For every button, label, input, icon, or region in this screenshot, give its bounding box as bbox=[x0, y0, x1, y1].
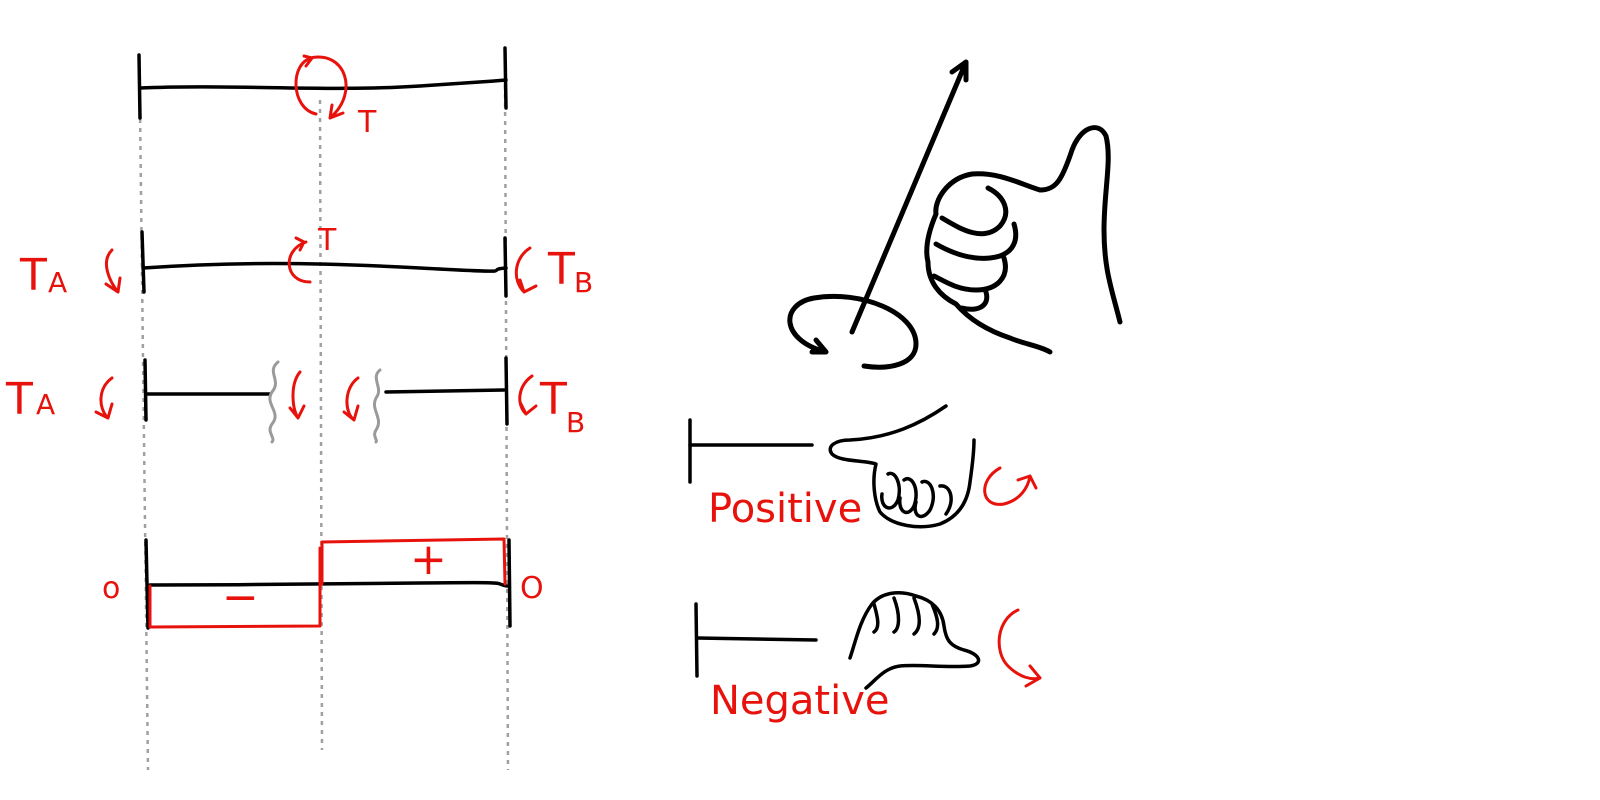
positive-sign-label: + bbox=[410, 534, 447, 585]
beam-free-body: T A T B bbox=[5, 356, 585, 444]
negative-example: Negative bbox=[694, 590, 1042, 724]
negative-shaft bbox=[695, 636, 818, 642]
guide-lines bbox=[138, 84, 510, 771]
fbd-left-subscript: A bbox=[36, 388, 55, 421]
negative-sign-label: − bbox=[222, 572, 259, 623]
fbd-right-arrow-icon bbox=[518, 374, 538, 416]
positive-label: Positive bbox=[708, 486, 862, 532]
fbd-left-support bbox=[143, 358, 148, 422]
negative-rotation-arrow-icon bbox=[997, 608, 1042, 688]
internal-torque-arrow-icon bbox=[287, 236, 312, 284]
positive-rotation-arrow-icon bbox=[983, 466, 1038, 506]
diagram-axis bbox=[148, 580, 509, 588]
reaction-right-label: T bbox=[547, 244, 575, 295]
beam-top bbox=[138, 78, 508, 91]
fbd-right-support bbox=[504, 356, 509, 426]
reaction-right-arrow-icon bbox=[514, 246, 538, 294]
right-support bbox=[503, 46, 508, 110]
torque-vector-arrow-icon bbox=[849, 59, 969, 335]
guide-line-left bbox=[138, 109, 150, 771]
negative-label: Negative bbox=[710, 678, 890, 724]
diagram-right-support bbox=[507, 538, 512, 628]
reaction-left-subscript: A bbox=[48, 266, 67, 299]
negative-hand-icon bbox=[848, 590, 981, 690]
guide-line-middle bbox=[318, 99, 324, 751]
negative-support bbox=[694, 602, 699, 678]
fbd-right-segment bbox=[384, 388, 506, 394]
reaction-left-label: T bbox=[19, 250, 47, 301]
diagram-left-support bbox=[144, 538, 150, 630]
fbd-left-label: T bbox=[5, 374, 33, 425]
torque-sketch-canvas: T T A T T B T A T B o O − + Positive Neg… bbox=[5, 46, 1123, 771]
reactions-right-support bbox=[503, 236, 508, 298]
reactions-left-support bbox=[140, 230, 146, 294]
applied-torque-label: T bbox=[357, 105, 377, 140]
cut-right-squiggle-icon bbox=[373, 368, 382, 444]
left-support bbox=[137, 53, 142, 120]
fbd-right-label: T bbox=[539, 374, 567, 425]
big-hand-icon bbox=[924, 125, 1123, 355]
guide-line-right bbox=[503, 84, 510, 771]
cut-right-arrow-icon bbox=[342, 376, 360, 422]
cut-left-squiggle-icon bbox=[268, 360, 280, 444]
beam-reactions-line bbox=[141, 261, 508, 273]
internal-torque-label: T bbox=[317, 223, 337, 258]
cut-left-arrow-icon bbox=[288, 370, 306, 420]
fbd-right-subscript: B bbox=[566, 406, 585, 439]
reaction-left-arrow-icon bbox=[104, 248, 122, 294]
positive-example: Positive bbox=[688, 404, 1038, 532]
right-hand-rule bbox=[787, 59, 1123, 370]
diagram-right-end-label: O bbox=[520, 571, 544, 606]
fbd-left-arrow-icon bbox=[94, 376, 114, 420]
reaction-right-subscript: B bbox=[574, 266, 593, 299]
beam-applied-torque: T bbox=[137, 46, 508, 140]
diagram-left-end-label: o bbox=[102, 571, 120, 606]
beam-reactions: T A T T B bbox=[19, 223, 593, 301]
